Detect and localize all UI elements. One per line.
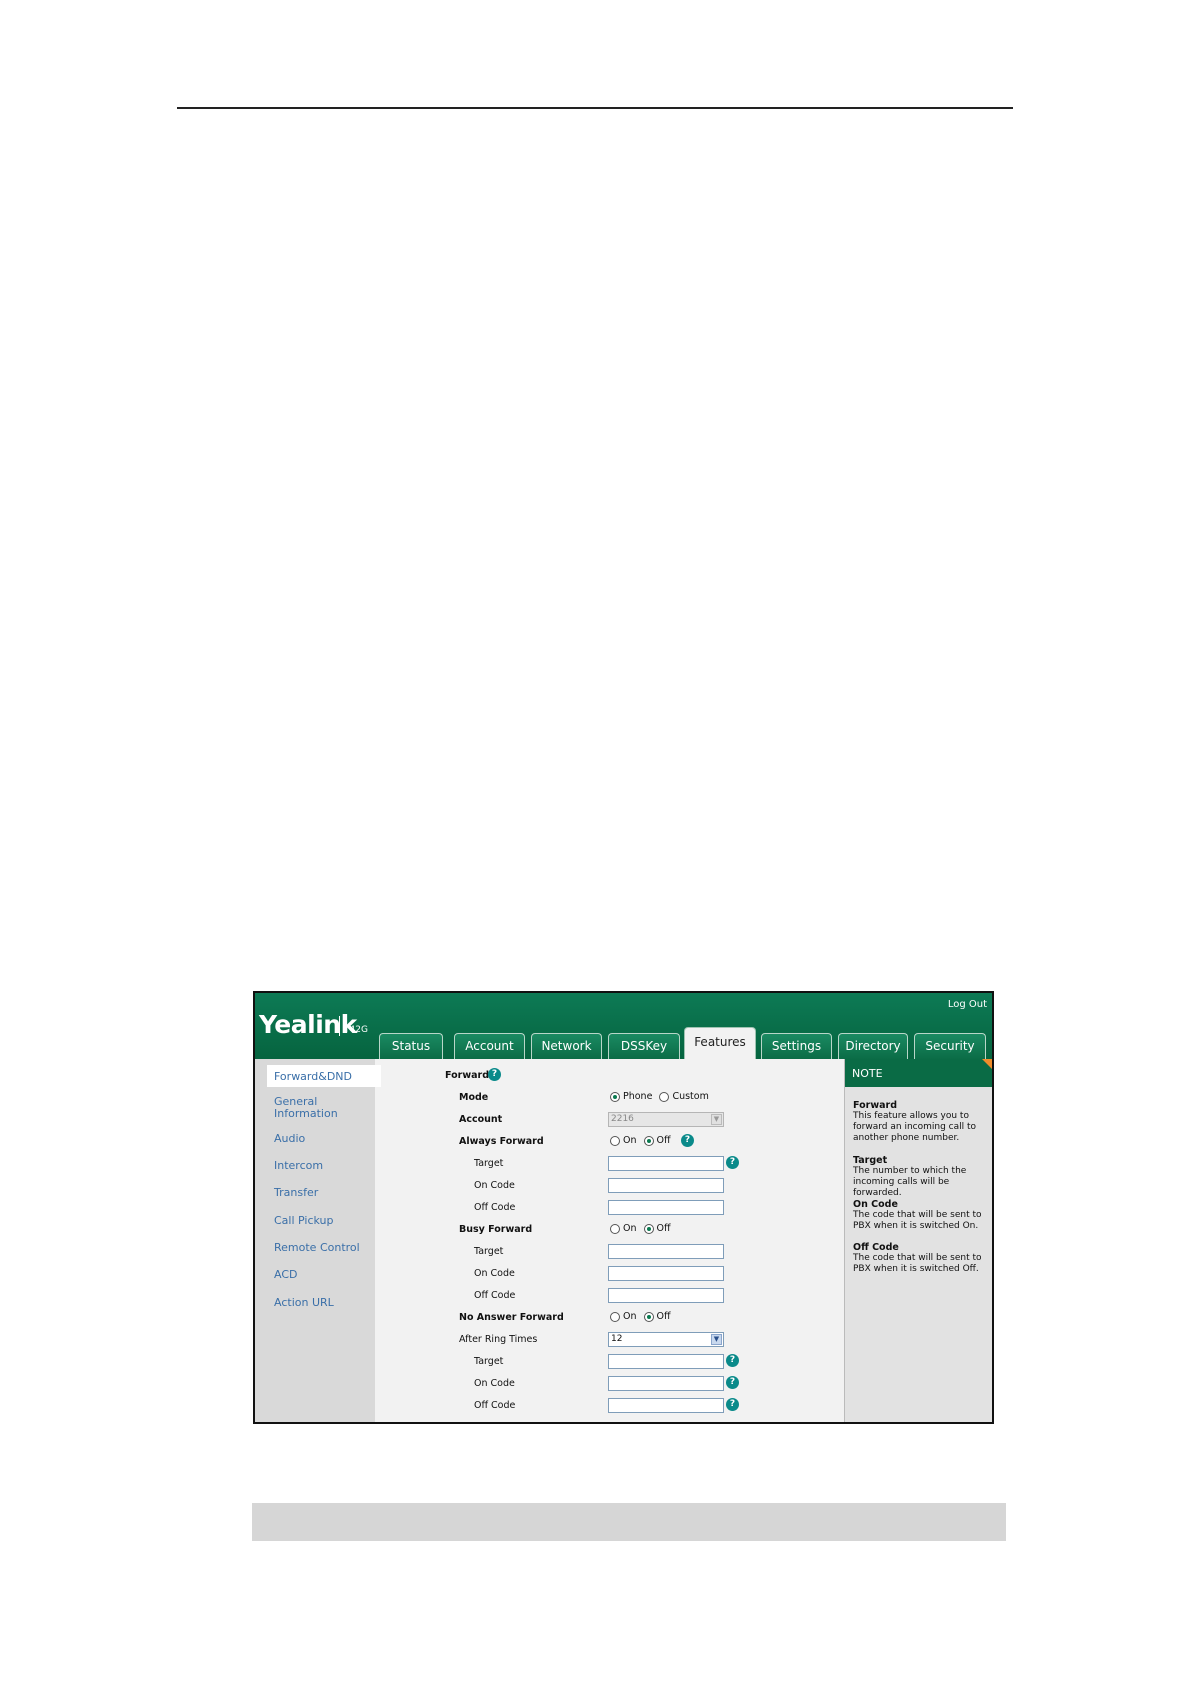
logout-link[interactable]: Log Out [948, 999, 987, 1010]
busy-forward-on-label: On [623, 1223, 637, 1234]
mode-phone-label: Phone [623, 1091, 653, 1102]
after-ring-times-label: After Ring Times [459, 1334, 538, 1345]
note-text-forward: This feature allows you to forward an in… [853, 1111, 977, 1143]
busy-forward-label: Busy Forward [459, 1224, 533, 1235]
forward-form: Forward ? Mode Phone Custom Account 2216… [375, 1059, 845, 1422]
note-title-target: Target [853, 1155, 888, 1166]
sidebar-item-forward-dnd[interactable]: Forward&DND [267, 1065, 381, 1087]
busy-off-code-label: Off Code [474, 1290, 516, 1301]
note-header: NOTE [845, 1059, 992, 1087]
note-text-off-code: The code that will be sent to PBX when i… [853, 1253, 982, 1274]
mode-phone-radio[interactable] [610, 1091, 620, 1102]
always-on-code-label: On Code [474, 1180, 515, 1191]
yealink-logo: Yealink [259, 1010, 357, 1039]
caption-bar [252, 1503, 1006, 1541]
no-answer-on-code-label: On Code [474, 1378, 515, 1389]
always-target-label: Target [474, 1158, 504, 1169]
sidebar-item-action-url[interactable]: Action URL [274, 1297, 334, 1309]
sidebar-item-call-pickup[interactable]: Call Pickup [274, 1215, 334, 1227]
help-icon[interactable]: ? [726, 1354, 739, 1367]
sidebar-item-intercom[interactable]: Intercom [274, 1160, 323, 1172]
busy-forward-on-radio[interactable] [610, 1223, 620, 1234]
help-icon[interactable]: ? [488, 1068, 501, 1081]
web-ui-screenshot: Yealink T42G Log Out Status Account Netw… [253, 991, 994, 1424]
tab-dsskey[interactable]: DSSKey [608, 1033, 680, 1059]
note-title-off-code: Off Code [853, 1242, 899, 1253]
left-sidebar: Forward&DND General Information Audio In… [255, 1059, 381, 1422]
tab-security[interactable]: Security [914, 1033, 986, 1059]
tab-settings[interactable]: Settings [761, 1033, 832, 1059]
tab-directory[interactable]: Directory [838, 1033, 908, 1059]
no-answer-forward-on-label: On [623, 1311, 637, 1322]
no-answer-forward-label: No Answer Forward [459, 1312, 564, 1323]
account-label: Account [459, 1114, 503, 1125]
busy-on-code-label: On Code [474, 1268, 515, 1279]
no-answer-off-code-label: Off Code [474, 1400, 516, 1411]
help-icon[interactable]: ? [726, 1376, 739, 1389]
help-icon[interactable]: ? [726, 1398, 739, 1411]
always-off-code-label: Off Code [474, 1202, 516, 1213]
logo-separator [339, 1016, 340, 1036]
note-title-forward: Forward [853, 1100, 897, 1111]
tab-status[interactable]: Status [379, 1033, 443, 1059]
mode-custom-radio[interactable] [659, 1091, 670, 1102]
always-forward-radio-group: On Off [610, 1135, 678, 1146]
note-corner-decoration [982, 1059, 992, 1071]
mode-custom-label: Custom [672, 1091, 709, 1102]
busy-on-code-input[interactable] [608, 1266, 724, 1281]
chevron-down-icon: ▼ [711, 1334, 722, 1345]
account-select[interactable]: 2216 ▼ [608, 1112, 724, 1127]
sidebar-item-general-information[interactable]: General Information [274, 1096, 354, 1120]
busy-target-label: Target [474, 1246, 504, 1257]
note-text-on-code: The code that will be sent to PBX when i… [853, 1210, 982, 1231]
no-answer-on-code-input[interactable] [608, 1376, 724, 1391]
no-answer-forward-radio-group: On Off [610, 1311, 678, 1322]
note-text-target: The number to which the incoming calls w… [853, 1166, 967, 1198]
busy-forward-radio-group: On Off [610, 1223, 678, 1234]
help-icon[interactable]: ? [726, 1156, 739, 1169]
sidebar-item-transfer[interactable]: Transfer [274, 1187, 318, 1199]
always-on-code-input[interactable] [608, 1178, 724, 1193]
always-target-input[interactable] [608, 1156, 724, 1171]
note-panel: NOTE Forward This feature allows you to … [844, 1059, 992, 1422]
section-title-forward: Forward [445, 1070, 489, 1081]
no-answer-forward-on-radio[interactable] [610, 1311, 620, 1322]
busy-target-input[interactable] [608, 1244, 724, 1259]
always-forward-on-label: On [623, 1135, 637, 1146]
no-answer-off-code-input[interactable] [608, 1398, 724, 1413]
chevron-down-icon: ▼ [711, 1114, 722, 1125]
note-title-on-code: On Code [853, 1199, 898, 1210]
sidebar-item-remote-control[interactable]: Remote Control [274, 1242, 360, 1254]
no-answer-forward-off-label: Off [656, 1311, 671, 1322]
busy-forward-off-label: Off [656, 1223, 671, 1234]
no-answer-forward-off-radio[interactable] [643, 1311, 654, 1322]
after-ring-times-select[interactable]: 12 ▼ [608, 1332, 724, 1347]
top-header: Yealink T42G Log Out Status Account Netw… [255, 993, 992, 1059]
no-answer-target-label: Target [474, 1356, 504, 1367]
tab-account[interactable]: Account [454, 1033, 525, 1059]
always-off-code-input[interactable] [608, 1200, 724, 1215]
busy-forward-off-radio[interactable] [643, 1223, 654, 1234]
always-forward-off-radio[interactable] [643, 1135, 654, 1146]
sidebar-item-acd[interactable]: ACD [274, 1269, 297, 1281]
mode-label: Mode [459, 1092, 489, 1103]
tab-features[interactable]: Features [684, 1027, 756, 1059]
tab-network[interactable]: Network [531, 1033, 602, 1059]
always-forward-off-label: Off [656, 1135, 671, 1146]
page-header-rule [177, 107, 1013, 109]
sidebar-item-audio[interactable]: Audio [274, 1133, 305, 1145]
help-icon[interactable]: ? [681, 1134, 694, 1147]
mode-radio-group: Phone Custom [610, 1091, 716, 1102]
always-forward-label: Always Forward [459, 1136, 544, 1147]
after-ring-times-value: 12 [611, 1334, 623, 1344]
no-answer-target-input[interactable] [608, 1354, 724, 1369]
account-select-value: 2216 [611, 1114, 634, 1124]
busy-off-code-input[interactable] [608, 1288, 724, 1303]
model-label: T42G [344, 1025, 368, 1035]
always-forward-on-radio[interactable] [610, 1135, 620, 1146]
